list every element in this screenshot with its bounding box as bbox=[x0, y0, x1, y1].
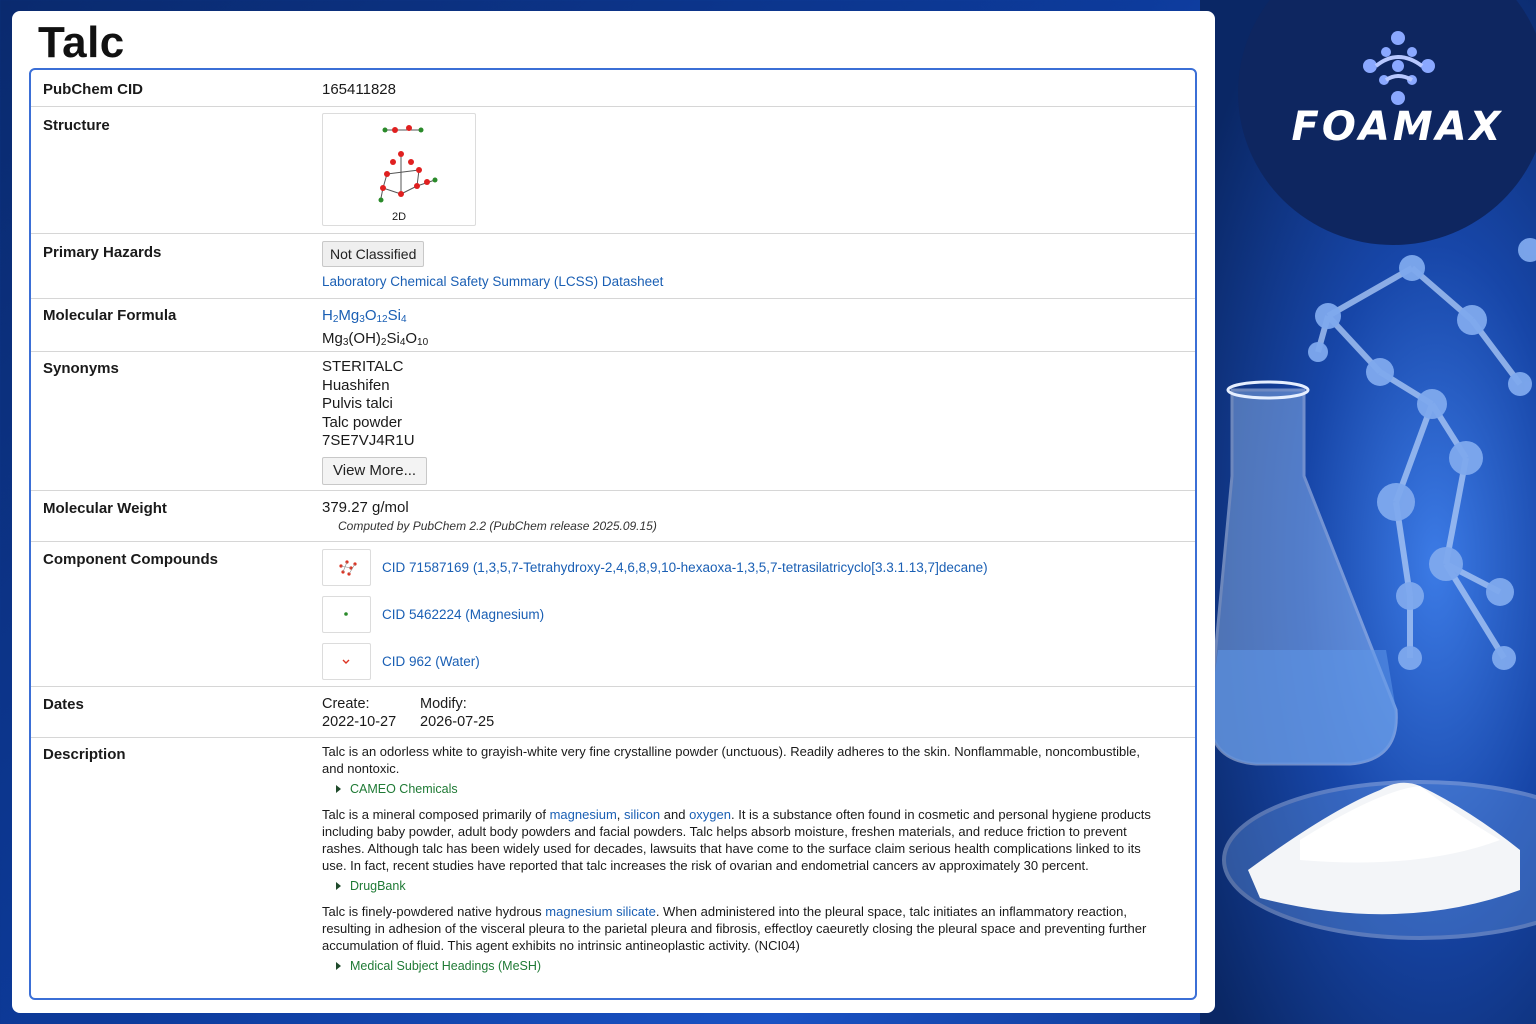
compound-structure-icon bbox=[339, 560, 357, 576]
synonym-item: 7SE7VJ4R1U bbox=[322, 432, 415, 449]
oxygen-link[interactable]: oxygen bbox=[689, 807, 731, 822]
compound-summary-table: PubChem CID 165411828 Structure 2D Prima… bbox=[29, 68, 1197, 1000]
source-cameo[interactable]: CAMEO Chemicals bbox=[336, 782, 1162, 796]
petri-dish-icon bbox=[1222, 780, 1536, 940]
expand-triangle-icon bbox=[336, 962, 341, 970]
row-structure: Structure 2D bbox=[31, 107, 1195, 234]
silicon-link[interactable]: silicon bbox=[624, 807, 660, 822]
flask-icon bbox=[1208, 380, 1398, 766]
component-item[interactable]: CID 5462224 (Magnesium) bbox=[322, 596, 544, 633]
row-label: Description bbox=[43, 746, 126, 763]
cid-value: 165411828 bbox=[322, 81, 396, 98]
structure-caption: 2D bbox=[391, 211, 407, 223]
magnesium-silicate-link[interactable]: magnesium silicate bbox=[545, 904, 656, 919]
water-molecule-icon bbox=[342, 659, 350, 664]
molecule-logo-icon bbox=[1363, 31, 1435, 105]
row-component-compounds: Component Compounds CID 71587169 (1,3,5,… bbox=[31, 542, 1195, 687]
magnesium-atom-icon bbox=[344, 612, 348, 616]
row-description: Description Talc is an odorless white to… bbox=[31, 738, 1195, 998]
row-label: Synonyms bbox=[43, 360, 119, 377]
source-link[interactable]: DrugBank bbox=[350, 879, 406, 893]
magnesium-link[interactable]: magnesium bbox=[550, 807, 617, 822]
brand-name: FOAMAX bbox=[1291, 104, 1504, 150]
weight-note: Computed by PubChem 2.2 (PubChem release… bbox=[338, 519, 657, 533]
lab-glassware-illustration bbox=[1208, 238, 1536, 940]
row-label: PubChem CID bbox=[43, 81, 144, 98]
lcss-link[interactable]: Laboratory Chemical Safety Summary (LCSS… bbox=[322, 274, 663, 289]
row-primary-hazards: Primary Hazards Not Classified Laborator… bbox=[31, 234, 1195, 299]
row-label: Dates bbox=[43, 696, 84, 713]
hazard-badge[interactable]: Not Classified bbox=[322, 241, 425, 267]
modify-label: Modify: bbox=[420, 696, 467, 712]
row-molecular-weight: Molecular Weight 379.27 g/mol Computed b… bbox=[31, 491, 1195, 542]
row-molecular-formula: Molecular Formula H2Mg3O12Si4 Mg3(OH)2Si… bbox=[31, 299, 1195, 352]
row-pubchem-cid: PubChem CID 165411828 bbox=[31, 70, 1195, 107]
component-link[interactable]: CID 71587169 (1,3,5,7-Tetrahydroxy-2,4,6… bbox=[382, 560, 988, 575]
row-label: Structure bbox=[43, 117, 110, 134]
synonym-item: STERITALC bbox=[322, 358, 404, 375]
source-mesh[interactable]: Medical Subject Headings (MeSH) bbox=[336, 959, 1162, 973]
formula-structural: Mg3(OH)2Si4O10 bbox=[322, 330, 429, 348]
description-paragraph: Talc is finely-powdered native hydrous m… bbox=[322, 904, 1147, 953]
modify-date: 2026-07-25 bbox=[420, 714, 495, 730]
create-label: Create: bbox=[322, 696, 370, 712]
description-paragraph: Talc is an odorless white to grayish-whi… bbox=[322, 744, 1140, 776]
expand-triangle-icon bbox=[336, 882, 341, 890]
row-label: Primary Hazards bbox=[43, 244, 162, 261]
source-link[interactable]: CAMEO Chemicals bbox=[350, 782, 458, 796]
structure-2d-icon bbox=[378, 125, 438, 203]
compound-thumbnail[interactable] bbox=[322, 643, 371, 680]
row-synonyms: Synonyms STERITALC Huashifen Pulvis talc… bbox=[31, 352, 1195, 491]
synonym-item: Pulvis talci bbox=[322, 395, 393, 412]
component-item[interactable]: CID 962 (Water) bbox=[322, 643, 480, 680]
row-label: Component Compounds bbox=[43, 551, 218, 568]
expand-triangle-icon bbox=[336, 785, 341, 793]
source-link[interactable]: Medical Subject Headings (MeSH) bbox=[350, 959, 541, 973]
row-label: Molecular Formula bbox=[43, 307, 177, 324]
structure-thumbnail[interactable]: 2D bbox=[322, 113, 476, 226]
formula-link[interactable]: H2Mg3O12Si4 bbox=[322, 306, 428, 329]
compound-thumbnail[interactable] bbox=[322, 549, 371, 586]
page-title: Talc bbox=[38, 18, 125, 67]
row-dates: Dates Create: 2022-10-27 Modify: 2026-07… bbox=[31, 687, 1195, 738]
synonym-item: Talc powder bbox=[322, 413, 403, 431]
view-more-button[interactable]: View More... bbox=[322, 456, 428, 485]
source-drugbank[interactable]: DrugBank bbox=[336, 879, 1162, 893]
synonym-item: Huashifen bbox=[322, 376, 390, 394]
create-date: 2022-10-27 bbox=[322, 714, 397, 730]
component-link[interactable]: CID 5462224 (Magnesium) bbox=[382, 607, 544, 622]
compound-thumbnail[interactable] bbox=[322, 596, 371, 633]
component-link[interactable]: CID 962 (Water) bbox=[382, 654, 480, 669]
row-label: Molecular Weight bbox=[43, 500, 167, 517]
description-paragraph: Talc is a mineral composed primarily of … bbox=[322, 807, 1151, 873]
weight-value: 379.27 g/mol bbox=[322, 499, 409, 516]
component-item[interactable]: CID 71587169 (1,3,5,7-Tetrahydroxy-2,4,6… bbox=[322, 549, 988, 586]
